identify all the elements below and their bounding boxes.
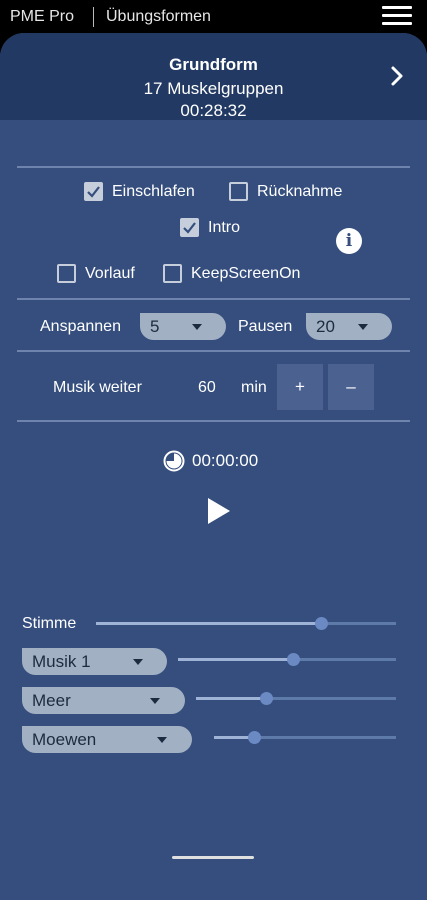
moewen-value: Moewen [32, 730, 97, 749]
slider-thumb[interactable] [259, 692, 273, 705]
decrease-button[interactable]: – [328, 364, 374, 410]
home-indicator[interactable] [172, 856, 254, 859]
checkbox-intro-label: Intro [208, 218, 241, 236]
slider-thumb[interactable] [314, 617, 328, 630]
exercise-subtitle: 17 Muskelgruppen [143, 79, 284, 98]
play-icon[interactable] [205, 496, 233, 526]
pausen-dropdown[interactable]: 20 [306, 313, 392, 340]
musik-value: Musik 1 [32, 652, 91, 671]
slider-thumb[interactable] [247, 731, 261, 744]
musik-weiter-value: 60 [198, 379, 216, 396]
moewen-dropdown[interactable]: Moewen [22, 726, 192, 753]
checkbox-einschlafen-label: Einschlafen [112, 182, 195, 200]
top-bar: PME Pro Übungsformen [0, 0, 427, 33]
check-icon [183, 222, 196, 234]
checkbox-keepscreenon-box[interactable] [163, 264, 182, 283]
pausen-label: Pausen [238, 318, 293, 335]
slider-thumb[interactable] [287, 653, 301, 666]
hamburger-menu-icon[interactable] [382, 6, 412, 26]
anspannen-value: 5 [150, 317, 160, 336]
anspannen-label: Anspannen [40, 318, 121, 335]
musik-weiter-unit: min [241, 379, 267, 396]
divider [17, 350, 410, 352]
dropdown-caret-icon [133, 659, 143, 665]
divider [17, 166, 410, 168]
divider [17, 298, 410, 300]
chevron-right-icon[interactable] [384, 63, 410, 89]
dropdown-caret-icon [157, 737, 167, 743]
slider-fill [178, 658, 294, 661]
section-title: Übungsformen [106, 8, 211, 25]
dropdown-caret-icon [150, 698, 160, 704]
clock-icon [163, 450, 185, 472]
check-icon [87, 186, 100, 198]
checkbox-intro-box[interactable] [180, 218, 199, 237]
app-name: PME Pro [10, 8, 75, 25]
exercise-title: Grundform [169, 55, 258, 74]
dropdown-caret-icon [358, 324, 368, 330]
checkbox-ruecknahme-label: Rücknahme [257, 182, 343, 200]
total-duration: 00:28:32 [180, 101, 247, 120]
checkbox-ruecknahme-box[interactable] [229, 182, 248, 201]
checkbox-einschlafen-box[interactable] [84, 182, 103, 201]
checkbox-einschlafen[interactable]: Einschlafen [84, 182, 195, 201]
info-icon[interactable]: i [336, 228, 362, 254]
slider-fill [96, 622, 321, 625]
checkbox-vorlauf-box[interactable] [57, 264, 76, 283]
pausen-value: 20 [316, 317, 335, 336]
checkbox-ruecknahme[interactable]: Rücknahme [229, 182, 342, 201]
divider [17, 420, 410, 422]
musik-weiter-label: Musik weiter [53, 379, 142, 396]
checkbox-vorlauf-label: Vorlauf [85, 264, 135, 282]
meer-value: Meer [32, 691, 71, 710]
topbar-divider [93, 7, 94, 27]
checkbox-keepscreenon-label: KeepScreenOn [191, 264, 301, 282]
meer-dropdown[interactable]: Meer [22, 687, 185, 714]
dropdown-caret-icon [192, 324, 202, 330]
elapsed-time: 00:00:00 [192, 451, 259, 470]
musik-dropdown[interactable]: Musik 1 [22, 648, 167, 675]
stimme-label: Stimme [22, 615, 77, 632]
checkbox-vorlauf[interactable]: Vorlauf [57, 264, 135, 283]
increase-button[interactable]: + [277, 364, 323, 410]
slider-fill [196, 697, 266, 700]
checkbox-intro[interactable]: Intro [180, 218, 240, 237]
checkbox-keepscreenon[interactable]: KeepScreenOn [163, 264, 300, 283]
anspannen-dropdown[interactable]: 5 [140, 313, 226, 340]
